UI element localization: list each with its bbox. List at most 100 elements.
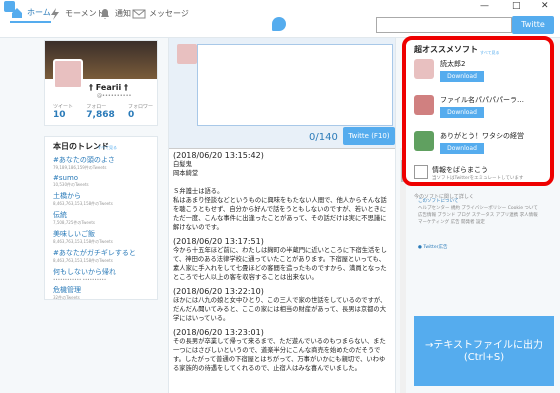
trend-count: 8,463,763,153,158件のTweets (53, 239, 113, 244)
stat-label: フォロー (86, 104, 107, 110)
ad-info-item[interactable]: 情報をばらまこう 当ソフトはTwitterをエミュレートしています (414, 163, 542, 191)
trend-item[interactable]: #あなたがガチギレすると 8,463,763,153,158件のTweets (53, 248, 149, 264)
trend-item[interactable]: #あなたの頭のよさ 79,189,186,159件のTweets (53, 155, 149, 171)
trend-item[interactable]: 何もしないから帰れ •••••••••••• •••••••••• (53, 267, 149, 282)
trend-tag: #あなたがガチギレすると (53, 249, 136, 257)
log-entry: (2018/06/20 13:22:10) ほかには八九の娘と女中ひとり、この三人… (173, 287, 391, 323)
tweet-button[interactable]: Twitte (512, 16, 554, 34)
trend-count: 10,530件のTweets (53, 182, 89, 187)
log-scrollbar[interactable] (400, 148, 406, 393)
ad-title: 超オススメソフト (414, 45, 478, 54)
text-log[interactable]: (2018/06/20 13:15:42) 白髪鬼 岡本綺堂 Ｓ弁護士は語る。 私… (169, 148, 395, 393)
nav-notifications-label: 通知 (115, 9, 131, 18)
stat-label: ツイート (53, 104, 74, 110)
profile-handle: @•••••••••• (97, 93, 132, 99)
tweet-textarea[interactable] (197, 44, 393, 126)
nav-moments[interactable]: モーメント (48, 5, 105, 23)
trends-more-link[interactable]: すべて見る (97, 145, 117, 151)
nav-home[interactable]: ホーム (10, 5, 51, 23)
ad-item[interactable]: 読太郎2 Download (414, 57, 542, 91)
trend-item[interactable]: #sumo 10,530件のTweets (53, 174, 149, 188)
document-icon (414, 165, 428, 179)
app-icon (414, 95, 434, 115)
avatar[interactable] (53, 59, 83, 89)
links-heading[interactable]: このソフトについて (418, 198, 538, 205)
log-entry: (2018/06/20 13:23:01) その長男が卒業して帰って来るまで、ただ… (173, 328, 391, 373)
app-icon (414, 131, 434, 151)
search-input[interactable] (376, 17, 512, 33)
twitter-ads-link[interactable]: ● Twitter広告 (418, 244, 538, 251)
stat-value: 7,868 (86, 110, 115, 120)
profile-card: † Fearii † @•••••••••• ツイート 10 フォロー 7,868 … (44, 40, 158, 126)
char-counter: 0/140 (309, 132, 338, 143)
trend-tag: 危機管理 (53, 286, 81, 294)
trend-item[interactable]: 土橋から 8,463,763,153,158件のTweets (53, 191, 149, 207)
stat-value: 0 (127, 110, 135, 120)
nav-messages[interactable]: メッセージ (132, 5, 189, 23)
stat-followers[interactable]: フォロワー 0 (128, 103, 153, 120)
stat-following[interactable]: フォロー 7,868 (86, 103, 114, 120)
log-timestamp: (2018/06/20 13:22:10) (173, 287, 264, 296)
trend-tag: #sumo (53, 174, 79, 182)
trend-count: 8,463,763,153,158件のTweets (53, 201, 113, 206)
compose-box: 0/140 Twitte (F10) (169, 38, 395, 148)
footer-links: このソフトについて ヘルプセンター 規約 プライバシーポリシー Cookie つ… (418, 198, 538, 251)
trend-tag: 伝統 (53, 211, 67, 219)
log-timestamp: (2018/06/20 13:23:01) (173, 328, 264, 337)
minimize-button[interactable]: — (480, 0, 489, 12)
envelope-icon (132, 7, 146, 21)
ad-item-title: ありがとう！ワタシの経営 (440, 132, 524, 140)
ad-item-title: ファイル名パパパパーラ… (440, 96, 524, 104)
export-text-button[interactable]: →テキストファイルに出力 (Ctrl+S) (414, 316, 554, 386)
bell-icon (98, 7, 112, 21)
trend-tag: 土橋から (53, 192, 81, 200)
trend-count: 32件のTweets (53, 295, 80, 300)
ad-info-subtitle: 当ソフトはTwitterをエミュレートしています (432, 176, 524, 181)
trend-count: 8,463,763,153,158件のTweets (53, 258, 113, 263)
nav-messages-label: メッセージ (149, 9, 189, 18)
trends-panel: 本日のトレンド すべて見る #あなたの頭のよさ 79,189,186,159件のT… (44, 136, 158, 300)
trend-count: 79,189,186,159件のTweets (53, 165, 107, 170)
post-tweet-button[interactable]: Twitte (F10) (343, 127, 395, 145)
trend-count: 7,508,725件のTweets (53, 220, 95, 225)
stat-label: フォロワー (127, 104, 153, 110)
ad-info-title: 情報をばらまこう (432, 166, 488, 174)
main-column: 0/140 Twitte (F10) (2018/06/20 13:15:42)… (168, 38, 396, 393)
stat-tweets[interactable]: ツイート 10 (53, 103, 73, 120)
trend-tag: 美味しいご飯 (53, 230, 95, 238)
trend-item[interactable]: 伝統 7,508,725件のTweets (53, 210, 149, 226)
ad-item[interactable]: ありがとう！ワタシの経営 Download (414, 129, 542, 163)
log-body: 白髪鬼 岡本綺堂 Ｓ弁護士は語る。 私はあまり怪談などというものに興味をもたない… (173, 161, 387, 231)
trend-item[interactable]: 危機管理 32件のTweets (53, 285, 149, 301)
profile-stats: ツイート 10 フォロー 7,868 フォロワー 0 (53, 103, 153, 120)
download-button[interactable]: Download (440, 71, 484, 82)
download-button[interactable]: Download (440, 143, 484, 154)
log-body: その長男が卒業して帰って来るまで、ただ遊んでいるのもつまらない、また一つにはさび… (173, 338, 386, 372)
app-icon (414, 59, 434, 79)
ad-item-title: 読太郎2 (440, 60, 466, 68)
log-body: ほかには八九の娘と女中ひとり、この三人で家の世話をしているのですが、だんだん聞い… (173, 297, 387, 322)
trend-tag: #あなたの頭のよさ (53, 156, 115, 164)
log-timestamp: (2018/06/20 13:17:51) (173, 237, 264, 246)
recommended-software-panel: 超オススメソフト すべて見る 読太郎2 Download ファイル名パパパパーラ… (402, 36, 554, 200)
ad-item[interactable]: ファイル名パパパパーラ… Download (414, 93, 542, 127)
trend-item[interactable]: 美味しいご飯 8,463,763,153,158件のTweets (53, 229, 149, 245)
trend-tag: 何もしないから帰れ (53, 268, 116, 276)
lightning-icon (48, 7, 62, 21)
links-text[interactable]: ヘルプセンター 規約 プライバシーポリシー Cookie ついて 広告情報 ブラ… (418, 205, 538, 226)
close-button[interactable]: ✕ (541, 0, 549, 12)
nav-notifications[interactable]: 通知 (98, 5, 131, 23)
export-button-line2: (Ctrl+S) (463, 352, 505, 363)
log-body: 今から十五年ほど前に、わたしは麹町の半蔵門に近いところに下宿生活をして、神田のあ… (173, 247, 387, 281)
trend-count: •••••••••••• •••••••••• (53, 277, 107, 282)
compose-avatar (177, 44, 197, 64)
download-button[interactable]: Download (440, 107, 484, 118)
maximize-button[interactable]: □ (512, 0, 521, 12)
log-entry: (2018/06/20 13:17:51) 今から十五年ほど前に、わたしは麹町の半… (173, 237, 391, 282)
log-entry: (2018/06/20 13:15:42) 白髪鬼 岡本綺堂 Ｓ弁護士は語る。 私… (173, 151, 391, 232)
ad-more-link[interactable]: すべて見る (480, 50, 500, 56)
log-timestamp: (2018/06/20 13:15:42) (173, 151, 264, 160)
export-button-line1: →テキストファイルに出力 (424, 340, 544, 351)
profile-name[interactable]: † Fearii † (89, 83, 128, 92)
stat-value: 10 (53, 110, 66, 120)
